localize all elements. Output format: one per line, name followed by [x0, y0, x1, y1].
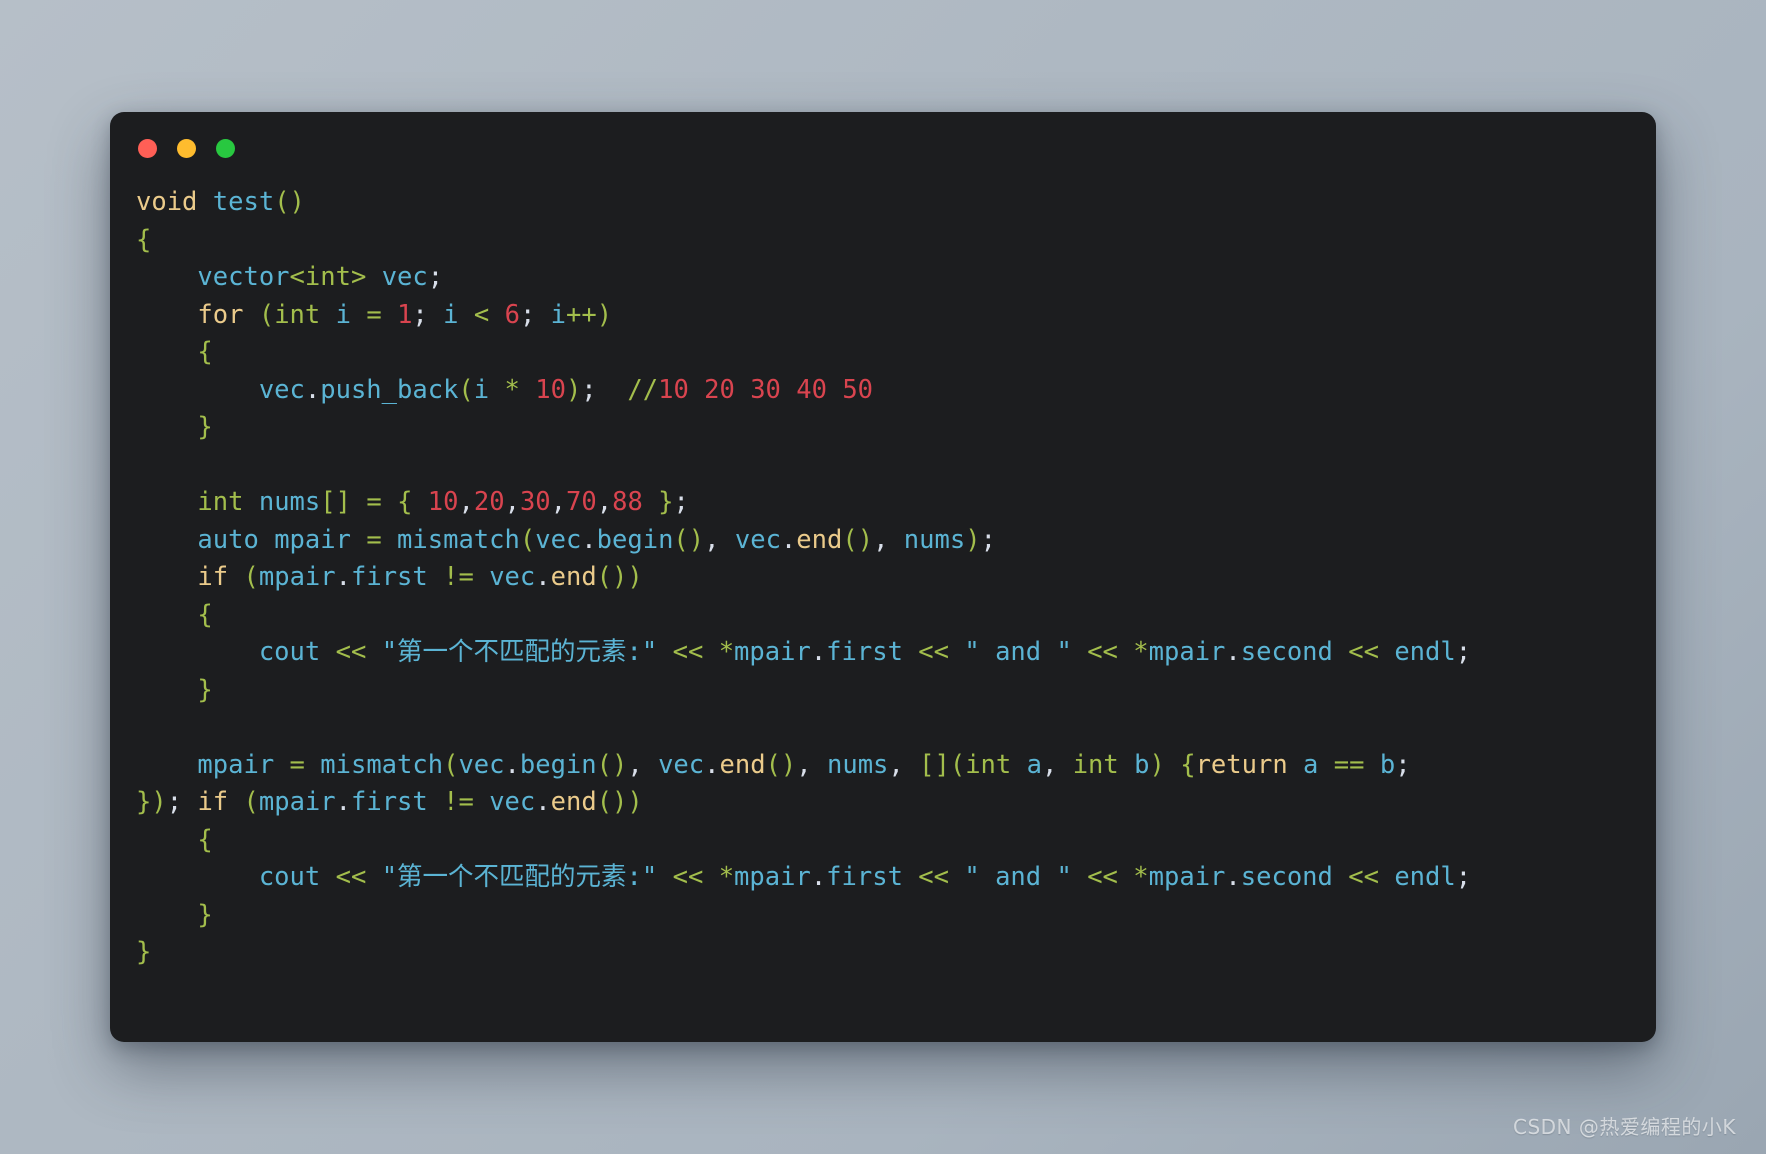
code-window: void test() { vector<int> vec; for (int … — [110, 112, 1656, 1042]
csdn-watermark: CSDN @热爱编程的小K — [1513, 1115, 1736, 1139]
code-editor-area[interactable]: void test() { vector<int> vec; for (int … — [110, 184, 1656, 972]
window-titlebar — [110, 112, 1656, 184]
source-code[interactable]: void test() { vector<int> vec; for (int … — [136, 184, 1656, 972]
minimize-button-icon[interactable] — [177, 138, 196, 158]
close-button-icon[interactable] — [138, 138, 157, 158]
maximize-button-icon[interactable] — [216, 138, 235, 158]
